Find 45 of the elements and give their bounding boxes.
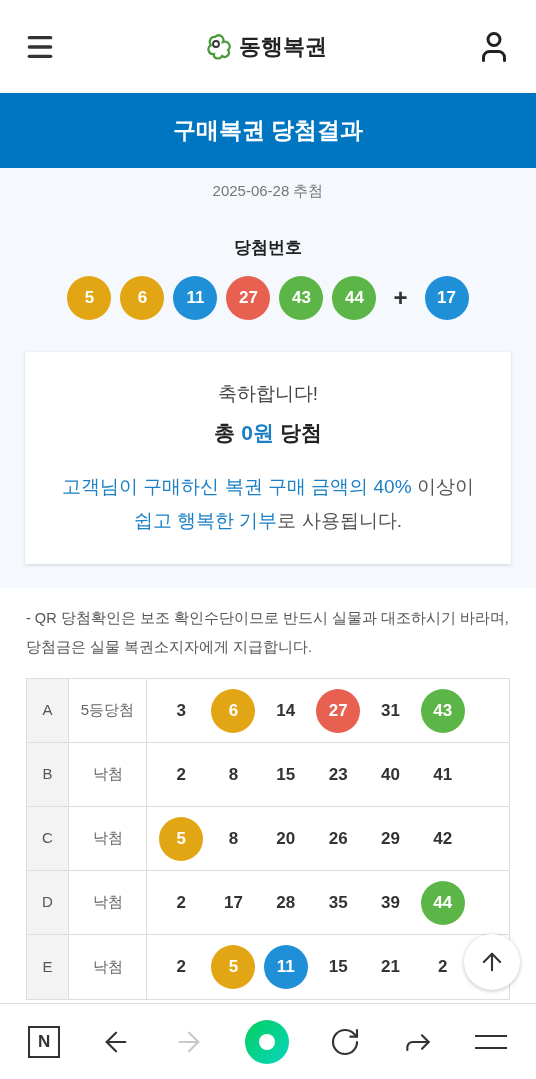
game-letter-cell: D <box>27 871 69 934</box>
greeting-text: 축하합니다! <box>217 382 319 406</box>
result-cell: 낙첨 <box>69 935 147 999</box>
ticket-number: 28 <box>275 891 297 914</box>
donation-message: 쉽고 행복한 기부로 사용됩니다. <box>133 509 403 533</box>
ticket-number: 8 <box>227 827 240 850</box>
ticket-number: 2 <box>437 956 449 979</box>
ticket-number: 3 <box>175 699 187 722</box>
donation-message: 고객님이 구매하신 복권 구매 금액의 40% 이상이 <box>62 475 474 499</box>
ticket-number: 29 <box>380 827 401 850</box>
winning-numbers-label: 당첨번호 <box>234 236 302 259</box>
ticket-number: 20 <box>275 827 297 850</box>
ticket-number: 15 <box>275 763 297 786</box>
result-cell: 낙첨 <box>69 807 147 870</box>
ticket-number: 39 <box>380 891 401 914</box>
ticket-number: 2 <box>175 956 187 979</box>
ticket-number: 14 <box>275 699 297 722</box>
ticket-number: 8 <box>227 763 240 786</box>
ticket-number: 35 <box>327 891 349 914</box>
ticket-number: 42 <box>432 827 454 850</box>
draw-date: 2025-06-28 추첨 <box>212 181 324 201</box>
game-letter-cell: E <box>27 935 69 999</box>
menu-icon[interactable] <box>473 1033 508 1050</box>
result-cell: 낙첨 <box>69 743 147 806</box>
ticket-number: 31 <box>380 699 401 722</box>
home-n-button[interactable]: N <box>28 1025 61 1058</box>
ticket-number: 40 <box>380 763 401 786</box>
notice-text: - QR 당첨확인은 보조 확인수단이므로 반드시 실물과 대조하시기 바라며, 당첨금은 실물 복권소지자에게 지급합니다. <box>26 609 510 657</box>
ticket-number: 15 <box>327 956 349 979</box>
result-cell: 낙첨 <box>69 871 147 934</box>
ticket-number: 2 <box>175 891 187 914</box>
ticket-number: 26 <box>327 827 349 850</box>
game-letter-cell: C <box>27 807 69 870</box>
result-cell: 5등당첨 <box>69 679 147 742</box>
plus-sign: + <box>392 283 409 313</box>
logo-text: 동행복권 <box>239 33 327 61</box>
ticket-number: 2 <box>175 763 187 786</box>
page-title-bar: 구매복권 당첨결과 <box>0 93 536 168</box>
total-prize-text: 총 0원 당첨 <box>214 419 322 446</box>
ticket-number: 41 <box>432 763 454 786</box>
game-letter-cell: B <box>27 743 69 806</box>
game-letter-cell: A <box>27 679 69 742</box>
ticket-number: 21 <box>380 956 401 979</box>
ticket-number: 23 <box>327 763 349 786</box>
ticket-number: 17 <box>223 891 244 914</box>
